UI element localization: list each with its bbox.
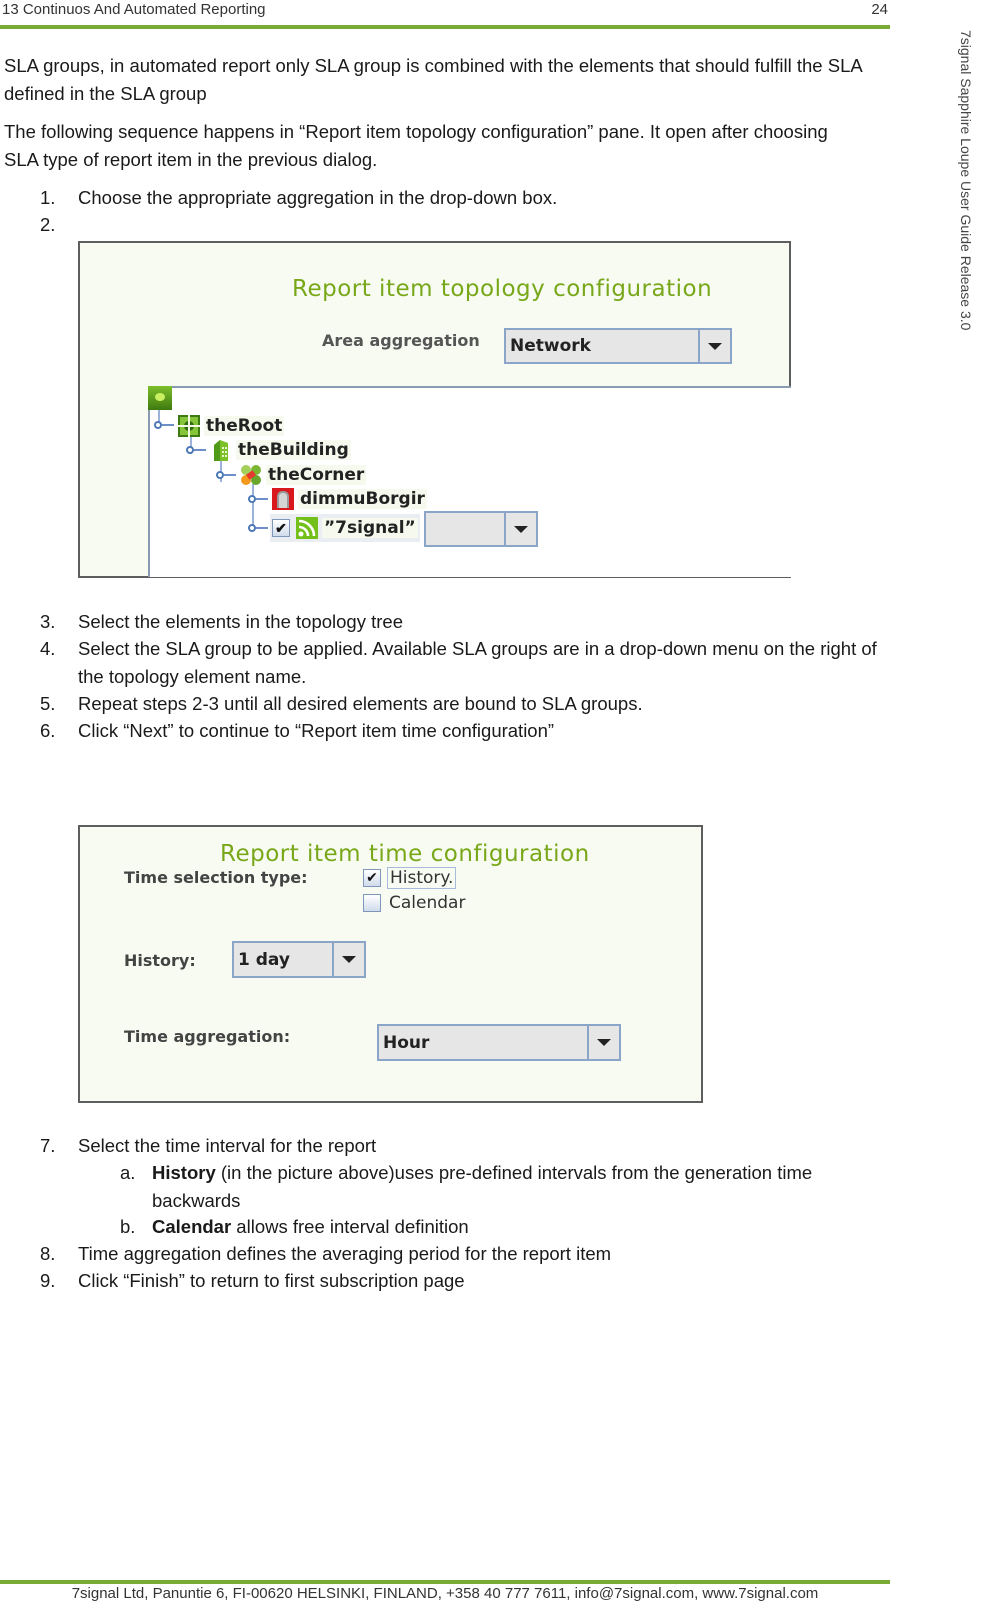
network-root-icon: [178, 415, 200, 437]
area-aggregation-label: Area aggregation: [322, 331, 480, 350]
time-aggregation-value: Hour: [383, 1032, 430, 1053]
tree-expand-handle[interactable]: [186, 445, 208, 457]
history-option-label: History.: [387, 867, 457, 889]
calendar-option[interactable]: Calendar: [363, 893, 467, 913]
calendar-option-label: Calendar: [389, 893, 466, 913]
substep-term: History: [152, 1162, 216, 1183]
step-number: 4.: [40, 638, 56, 659]
footer-rule: [0, 1580, 890, 1584]
building-icon: [210, 439, 232, 461]
wifi-signal-icon: [296, 517, 318, 539]
step-text: Select the elements in the topology tree: [78, 611, 403, 632]
substep-text: Calendar allows free interval definition: [152, 1213, 872, 1241]
tree-node-label: theCorner: [266, 465, 367, 485]
step-number: 3.: [40, 611, 56, 632]
time-aggregation-dropdown[interactable]: Hour: [377, 1024, 621, 1061]
step-number: 6.: [40, 720, 56, 741]
substep-description: allows free interval definition: [231, 1216, 469, 1237]
history-option[interactable]: ✔ History.: [363, 867, 457, 889]
tree-node-theCorner[interactable]: theCorner: [240, 463, 367, 487]
step-number: 7.: [40, 1135, 56, 1156]
step-number: 1.: [40, 187, 56, 208]
history-dropdown[interactable]: 1 day: [232, 941, 366, 978]
history-checkbox[interactable]: ✔: [363, 869, 381, 887]
time-config-pane: Report item time configuration Time sele…: [78, 825, 703, 1103]
history-label: History:: [124, 951, 196, 970]
sla-group-dropdown[interactable]: [424, 511, 538, 547]
history-value: 1 day: [238, 949, 290, 970]
page-header: 13 Continuos And Automated Reporting 24: [0, 0, 890, 28]
step-text: Click “Finish” to return to first subscr…: [78, 1270, 465, 1291]
area-aggregation-value: Network: [510, 336, 591, 356]
step-text: Select the time interval for the report: [78, 1135, 377, 1156]
intro-paragraph-2: The following sequence happens in “Repor…: [4, 121, 828, 170]
chevron-down-icon[interactable]: [504, 513, 536, 545]
sensor-device-icon: [272, 488, 294, 510]
area-aggregation-dropdown[interactable]: Network: [504, 328, 732, 364]
page-number: 24: [871, 1, 888, 18]
tree-node-dimmuBorgir[interactable]: dimmuBorgir: [272, 487, 427, 511]
step-text: Select the SLA group to be applied. Avai…: [78, 638, 877, 687]
element-checkbox[interactable]: ✔: [272, 519, 290, 537]
tree-node-theBuilding[interactable]: theBuilding: [210, 438, 351, 462]
calendar-checkbox[interactable]: [363, 894, 381, 912]
chevron-down-icon[interactable]: [587, 1026, 619, 1059]
intro-paragraph-1: SLA groups, in automated report only SLA…: [4, 55, 862, 104]
tree-node-label: ”7signal”: [322, 518, 418, 538]
tree-node-theRoot[interactable]: theRoot: [178, 414, 285, 438]
time-aggregation-label: Time aggregation:: [124, 1027, 291, 1046]
tree-expand-handle[interactable]: [248, 523, 270, 535]
substep-letter: a.: [120, 1162, 136, 1183]
chapter-title: 13 Continuos And Automated Reporting: [2, 1, 266, 18]
substep-letter: b.: [120, 1216, 136, 1237]
tree-node-label: theBuilding: [236, 440, 351, 460]
tree-expand-handle[interactable]: [248, 494, 270, 506]
tree-node-label: dimmuBorgir: [298, 489, 427, 509]
side-document-title: 7signal Sapphire Loupe User Guide Releas…: [958, 30, 974, 331]
step-text: Click “Next” to continue to “Report item…: [78, 720, 555, 741]
tree-expand-handle[interactable]: [154, 420, 176, 432]
chevron-down-icon[interactable]: [332, 943, 364, 976]
topology-tree: theRoot theBuilding theCorner dimmuBorgi…: [148, 386, 791, 577]
step-number: 2.: [40, 214, 56, 235]
step-number: 5.: [40, 693, 56, 714]
tree-node-label: theRoot: [204, 416, 285, 436]
area-corner-icon: [240, 464, 262, 486]
step-text: Choose the appropriate aggregation in th…: [78, 187, 558, 208]
page-footer: 7signal Ltd, Panuntie 6, FI-00620 HELSIN…: [71, 1585, 819, 1602]
time-selection-type-label: Time selection type:: [124, 868, 308, 887]
substep-description: (in the picture above)uses pre-defined i…: [152, 1162, 813, 1211]
pane-title: Report item time configuration: [220, 841, 590, 867]
step-text: Repeat steps 2-3 until all desired eleme…: [78, 693, 643, 714]
step-number: 8.: [40, 1243, 56, 1264]
chevron-down-icon[interactable]: [698, 330, 730, 362]
pane-title: Report item topology configuration: [292, 276, 713, 302]
tree-node-7signal[interactable]: ✔ ”7signal”: [270, 514, 420, 542]
tree-root-status-icon: [148, 386, 172, 410]
step-text: Time aggregation defines the averaging p…: [78, 1243, 612, 1264]
step-number: 9.: [40, 1270, 56, 1291]
substep-text: History (in the picture above)uses pre-d…: [152, 1159, 872, 1215]
substep-term: Calendar: [152, 1216, 232, 1237]
header-rule: [0, 25, 890, 29]
tree-expand-handle[interactable]: [216, 470, 238, 482]
